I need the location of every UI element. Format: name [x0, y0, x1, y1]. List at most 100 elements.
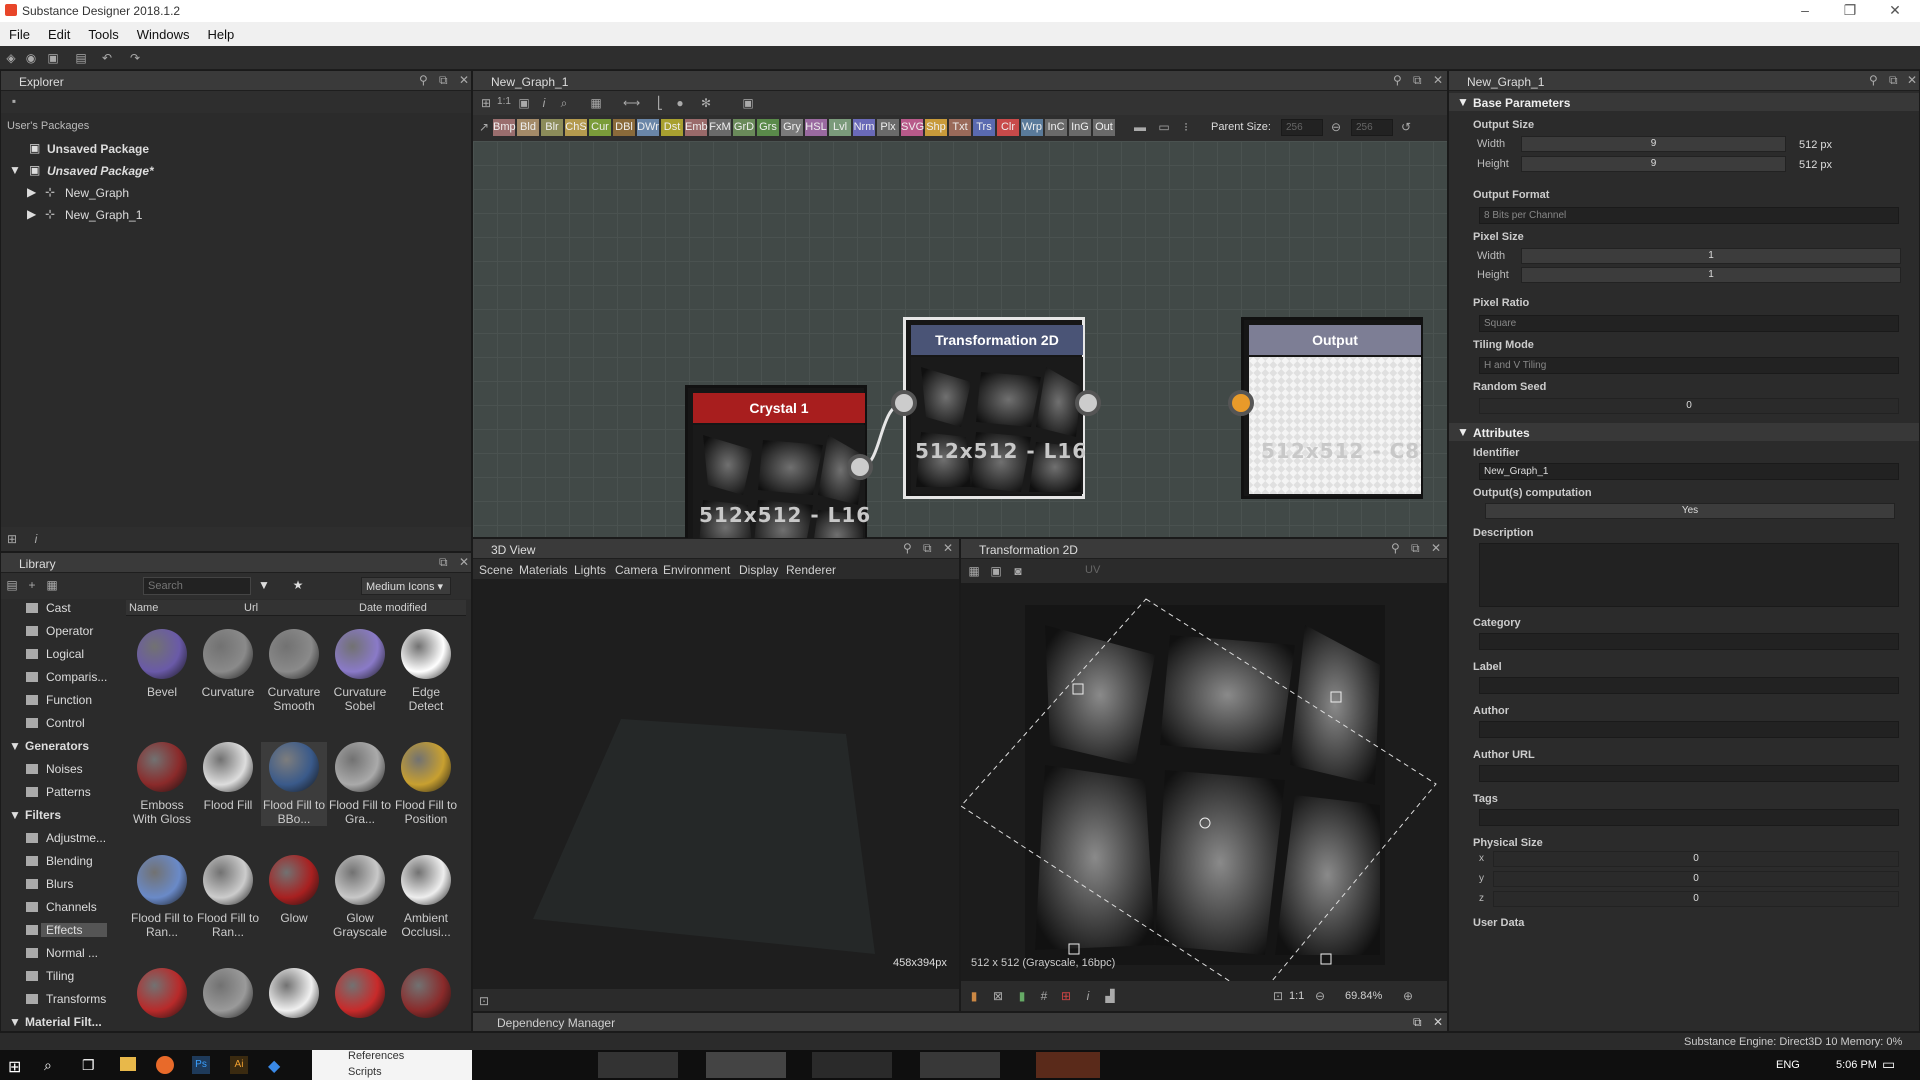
- library-item[interactable]: Bevel: [129, 629, 195, 699]
- fit-view-icon[interactable]: ⊡: [1271, 989, 1285, 1003]
- search-icon[interactable]: ⌕: [44, 1057, 52, 1074]
- float-icon[interactable]: ⧉: [1413, 1015, 1422, 1030]
- output-port[interactable]: [847, 454, 873, 480]
- library-category[interactable]: Normal ...: [46, 946, 98, 960]
- node-shortcut-grd[interactable]: GrD: [733, 119, 755, 136]
- library-item[interactable]: [261, 968, 327, 1024]
- close-icon[interactable]: ✕: [1880, 2, 1910, 19]
- library-item[interactable]: Flood Fill to Position: [393, 742, 459, 826]
- taskbar-app-thumb[interactable]: [598, 1052, 678, 1078]
- tree-view-icon[interactable]: ⊞: [5, 532, 19, 546]
- node-shortcut-shp[interactable]: Shp: [925, 119, 947, 136]
- library-category[interactable]: Cast: [46, 601, 71, 615]
- library-category[interactable]: Blurs: [46, 877, 73, 891]
- pin-node-icon[interactable]: ⁝: [1179, 120, 1193, 134]
- node-shortcut-out[interactable]: Out: [1093, 119, 1115, 136]
- label-field[interactable]: [1479, 677, 1899, 694]
- library-item[interactable]: [327, 968, 393, 1024]
- library-item[interactable]: Flood Fill: [195, 742, 261, 812]
- align-icon[interactable]: ▦: [589, 96, 603, 110]
- close-panel-icon[interactable]: ✕: [1907, 73, 1917, 87]
- minimize-icon[interactable]: –: [1790, 2, 1820, 18]
- input-port[interactable]: [1228, 390, 1254, 416]
- library-category[interactable]: Blending: [46, 854, 93, 868]
- pixel-width-slider[interactable]: 1: [1521, 248, 1901, 264]
- save-all-icon[interactable]: ▤: [74, 51, 88, 65]
- library-search-input[interactable]: [143, 577, 251, 595]
- library-category[interactable]: Function: [46, 693, 92, 707]
- graph-item[interactable]: New_Graph: [65, 186, 129, 200]
- col-url[interactable]: Url: [244, 602, 258, 614]
- output-width-slider[interactable]: 9: [1521, 136, 1786, 152]
- library-item[interactable]: Edge Detect: [393, 629, 459, 713]
- transform-gizmo[interactable]: [961, 583, 1447, 989]
- notification-icon[interactable]: ▭: [1882, 1056, 1895, 1073]
- library-item[interactable]: Flood Fill to Ran...: [129, 855, 195, 939]
- library-category[interactable]: Channels: [46, 900, 97, 914]
- file-explorer-icon[interactable]: [120, 1057, 136, 1071]
- menu-help[interactable]: Help: [198, 22, 243, 42]
- frame-icon[interactable]: ▣: [517, 96, 531, 110]
- float-icon[interactable]: ⧉: [923, 541, 932, 556]
- package-item[interactable]: Unsaved Package: [47, 142, 149, 156]
- float-icon[interactable]: ⧉: [1413, 73, 1422, 88]
- pixel-height-slider[interactable]: 1: [1521, 267, 1901, 283]
- library-item[interactable]: Ambient Occlusi...: [393, 855, 459, 939]
- taskbar-app-thumb[interactable]: [812, 1052, 892, 1078]
- float-icon[interactable]: ⧉: [1889, 73, 1898, 88]
- node-shortcut-cur[interactable]: Cur: [589, 119, 611, 136]
- node-shortcut-lvl[interactable]: Lvl: [829, 119, 851, 136]
- illustrator-icon[interactable]: Ai: [230, 1056, 248, 1074]
- camera-icon[interactable]: ◙: [1011, 564, 1025, 578]
- pin-icon[interactable]: ⚲: [1393, 73, 1402, 87]
- taskbar-app-thumb[interactable]: [1036, 1052, 1100, 1078]
- folder-scripts[interactable]: Scripts: [348, 1066, 382, 1078]
- close-panel-icon[interactable]: ✕: [459, 555, 469, 569]
- outputs-computation-select[interactable]: Yes: [1485, 503, 1895, 519]
- firefox-icon[interactable]: [156, 1056, 174, 1074]
- library-folder-icon[interactable]: ▤: [5, 578, 19, 592]
- expand-icon[interactable]: ▼: [9, 163, 21, 177]
- expand-icon[interactable]: ▼: [9, 739, 21, 753]
- menu-camera[interactable]: Camera: [615, 563, 658, 577]
- node-transformation[interactable]: Transformation 2D: [903, 317, 1085, 499]
- library-group[interactable]: Material Filt...: [25, 1015, 102, 1029]
- library-category[interactable]: Control: [46, 716, 85, 730]
- favorite-icon[interactable]: ★: [291, 578, 305, 592]
- menu-materials[interactable]: Materials: [519, 563, 568, 577]
- node-shortcut-emb[interactable]: Emb: [685, 119, 708, 136]
- taskbar-app-thumb[interactable]: [920, 1052, 1000, 1078]
- frame-node-icon[interactable]: ▭: [1157, 120, 1171, 134]
- node-shortcut-dbl[interactable]: DBl: [613, 119, 635, 136]
- gear-icon[interactable]: ✻: [699, 96, 713, 110]
- camera-icon[interactable]: ⊡: [477, 994, 491, 1008]
- 2d-ratio[interactable]: 1:1: [1289, 990, 1304, 1002]
- language-indicator[interactable]: ENG: [1776, 1059, 1800, 1071]
- channels-icon[interactable]: ▮: [1015, 989, 1029, 1003]
- physical-y-slider[interactable]: 0: [1493, 871, 1899, 887]
- color-icon[interactable]: ▮: [967, 989, 981, 1003]
- library-item[interactable]: Glow Grayscale: [327, 855, 393, 939]
- photoshop-icon[interactable]: Ps: [192, 1056, 210, 1074]
- expand-icon[interactable]: ▼: [9, 1015, 21, 1029]
- package-item[interactable]: Unsaved Package*: [47, 164, 154, 178]
- node-shortcut-chs[interactable]: ChS: [565, 119, 587, 136]
- view-mode-select[interactable]: Medium Icons ▾: [361, 577, 451, 595]
- library-group[interactable]: Filters: [25, 808, 61, 822]
- snapshot-icon[interactable]: ▣: [741, 96, 755, 110]
- node-shortcut-nrm[interactable]: Nrm: [853, 119, 875, 136]
- pin-icon[interactable]: ⚲: [1391, 541, 1400, 555]
- checker-icon[interactable]: ⊠: [991, 989, 1005, 1003]
- menu-windows[interactable]: Windows: [128, 22, 199, 42]
- histogram-icon[interactable]: ▟: [1103, 989, 1117, 1003]
- float-icon[interactable]: ⧉: [1411, 541, 1420, 556]
- restore-icon[interactable]: ❐: [1835, 2, 1865, 19]
- node-shortcut-fxm[interactable]: FxM: [709, 119, 731, 136]
- library-item[interactable]: Curvature: [195, 629, 261, 699]
- info-icon[interactable]: i: [537, 96, 551, 110]
- expand-icon[interactable]: ▼: [9, 808, 21, 822]
- node-shortcut-inc[interactable]: InC: [1045, 119, 1067, 136]
- col-name[interactable]: Name: [129, 602, 158, 614]
- menu-file[interactable]: File: [0, 22, 39, 42]
- library-category[interactable]: Comparis...: [46, 670, 107, 684]
